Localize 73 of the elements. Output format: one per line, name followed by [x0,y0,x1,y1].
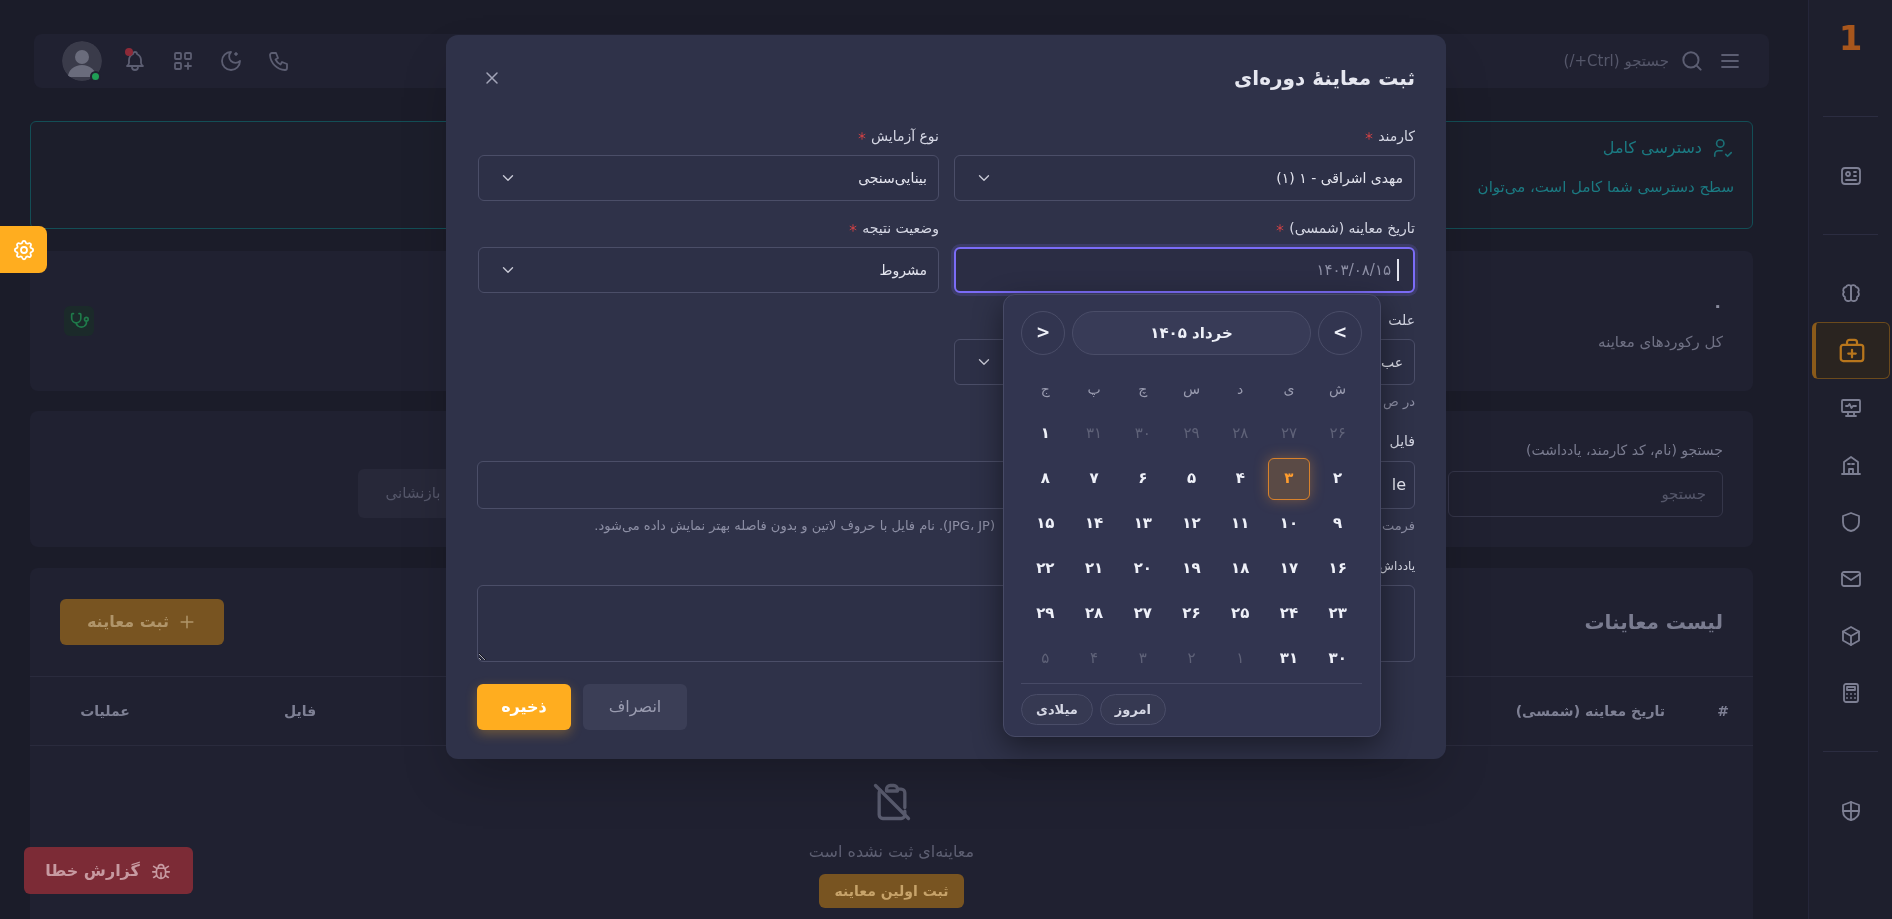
user-check-icon [1712,137,1734,159]
field-hint: فرمت [1381,516,1415,535]
date-field[interactable]: ۱۴۰۳/۰۸/۱۵ [954,247,1415,293]
user-avatar[interactable] [62,41,102,81]
day-cell[interactable]: ۲ [1316,457,1359,500]
day-cell[interactable]: ۸ [1024,457,1067,500]
bell-icon[interactable] [123,49,147,73]
day-cell[interactable]: ۱۶ [1316,547,1359,590]
moon-icon[interactable] [219,49,243,73]
day-cell[interactable]: ۱۹ [1170,547,1213,590]
column-header: # [1716,701,1730,721]
column-header: فایل [282,701,318,721]
column-header: عملیات [79,701,131,721]
day-cell[interactable]: ۱۷ [1267,547,1310,590]
field-label: علت [1388,310,1415,330]
list-title: لیست معاینات [1584,609,1723,636]
day-cell[interactable]: ۳۱ [1267,637,1310,680]
modal-title: ثبت معاینهٔ دوره‌ای [1234,65,1415,92]
day-cell[interactable]: ۳ [1267,457,1310,500]
weekday-label: چ [1138,379,1148,400]
month-year-button[interactable]: خرداد ۱۴۰۵ [1072,311,1311,355]
field-label: نوع آزمایش [870,126,939,147]
day-cell[interactable]: ۲۳ [1316,592,1359,635]
day-cell[interactable]: ۲۶ [1170,592,1213,635]
day-cell[interactable]: ۶ [1121,457,1164,500]
day-cell[interactable]: ۲۴ [1267,592,1310,635]
weekday-label: س [1182,379,1201,400]
day-cell[interactable]: ۳۰ [1316,637,1359,680]
field-hint: در ص [1383,393,1415,412]
picker-footer-button[interactable]: امروز [1099,694,1166,725]
alert-text: سطح دسترسی شما کامل است، می‌توان [1477,177,1734,198]
day-cell[interactable]: ۲۷ [1121,592,1164,635]
field-label: تاریخ معاینه (شمسی) [1289,218,1415,239]
dropdown-field[interactable]: بینایی‌سنجی [478,155,939,201]
day-cell[interactable]: ۲۰ [1121,547,1164,590]
weekday-label: ج [1040,379,1050,400]
alert-title: دسترسی کامل [1602,137,1702,160]
phone-icon[interactable] [267,49,291,73]
day-cell[interactable]: ۲۸ [1073,592,1116,635]
weekday-label: ش [1329,379,1347,400]
settings-icon [11,237,36,262]
weekday-label: پ [1087,379,1101,399]
day-cell[interactable]: ۱ [1024,412,1067,455]
weekday-label: د [1237,379,1244,399]
stat-value: ۰ [1712,294,1723,317]
day-cell[interactable]: ۲۲ [1024,547,1067,590]
search-icon[interactable] [1679,48,1705,74]
field-hint: (JPG، JP). نام فایل با حروف لاتین و بدون فاصله بهتر نمایش داده می‌شود. [594,516,995,535]
field-label: کارمند [1378,126,1415,147]
day-cell[interactable]: ۵ [1170,457,1213,500]
field-label: وضعیت نتیجه [862,218,939,239]
logo: 1 [1838,17,1863,60]
day-cell[interactable]: ۴ [1219,457,1262,500]
search-field[interactable]: جستجو [1448,471,1723,517]
apps-icon[interactable] [171,49,195,73]
day-cell[interactable]: ۷ [1073,457,1116,500]
dropdown-field[interactable]: مشروط [478,247,939,293]
empty-message: معاینه‌ای ثبت نشده است [808,841,975,863]
picker-footer-button[interactable]: میلادی [1021,694,1093,725]
day-cell[interactable]: ۲۹ [1024,592,1067,635]
cancel-button[interactable]: انصراف [583,684,687,730]
sidebar-item[interactable] [1811,322,1890,379]
dropdown-field[interactable]: مهدی اشراقی - ۱ (۱) [954,155,1415,201]
field-label: فایل [1389,432,1415,451]
day-cell[interactable]: ۲۱ [1073,547,1116,590]
column-header: تاریخ معاینه (شمسی) [1515,701,1665,722]
text-cursor [1397,259,1399,281]
weekday-label: ی [1283,379,1295,399]
stat-label: کل رکوردهای معاینه [1598,332,1723,353]
day-cell[interactable]: ۱۸ [1219,547,1262,590]
field-label: جستجو (نام، کد کارمند، یادداشت) [1526,441,1723,461]
bug-report-button[interactable]: گزارش خطا [24,847,193,894]
day-cell[interactable]: ۲۵ [1219,592,1262,635]
